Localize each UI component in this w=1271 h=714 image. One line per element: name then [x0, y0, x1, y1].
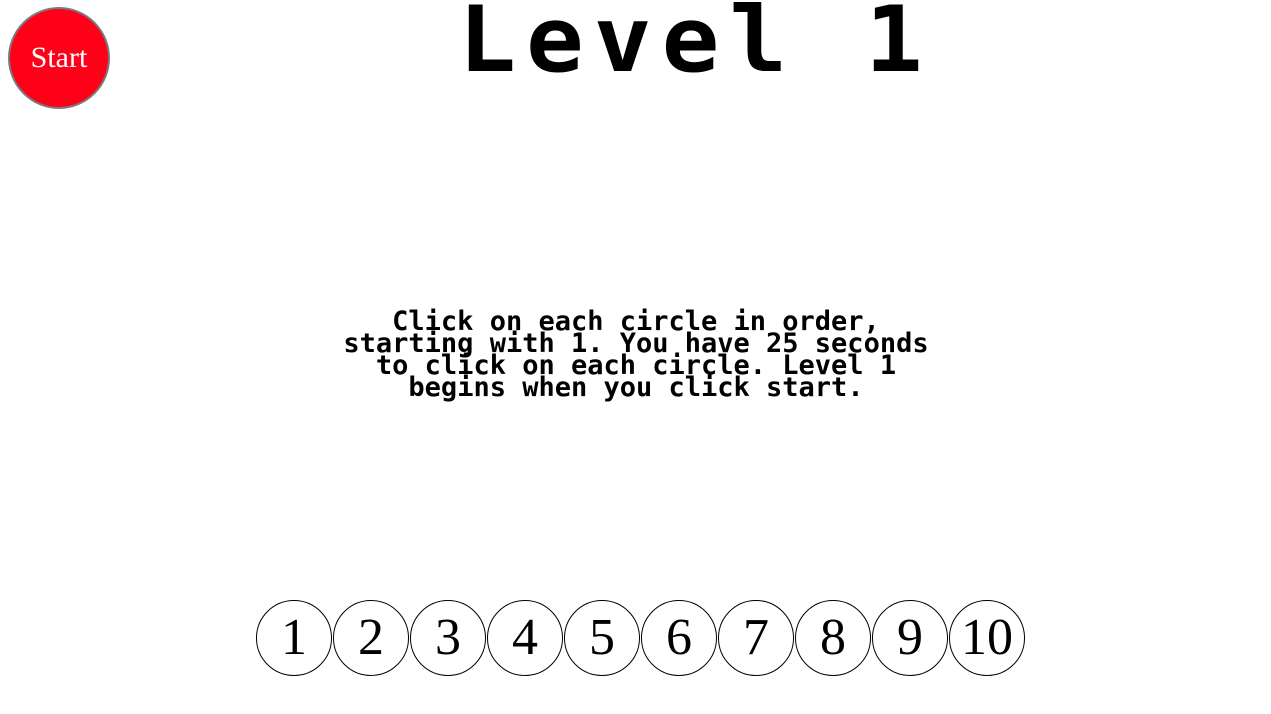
level-title: Level 1 [458, 0, 933, 93]
number-circle-2[interactable]: 2 [333, 600, 409, 676]
number-circle-8[interactable]: 8 [795, 600, 871, 676]
number-circle-7[interactable]: 7 [718, 600, 794, 676]
number-circles: 1 2 3 4 5 6 7 8 9 10 [256, 600, 1026, 676]
number-circle-4[interactable]: 4 [487, 600, 563, 676]
number-circle-6[interactable]: 6 [641, 600, 717, 676]
number-circle-9[interactable]: 9 [872, 600, 948, 676]
instructions-text: Click on each circle in order, starting … [236, 308, 1036, 403]
number-circle-1[interactable]: 1 [256, 600, 332, 676]
number-circle-10[interactable]: 10 [949, 600, 1025, 676]
instructions-line: begins when you click start. [408, 372, 864, 403]
number-circle-5[interactable]: 5 [564, 600, 640, 676]
number-circle-3[interactable]: 3 [410, 600, 486, 676]
